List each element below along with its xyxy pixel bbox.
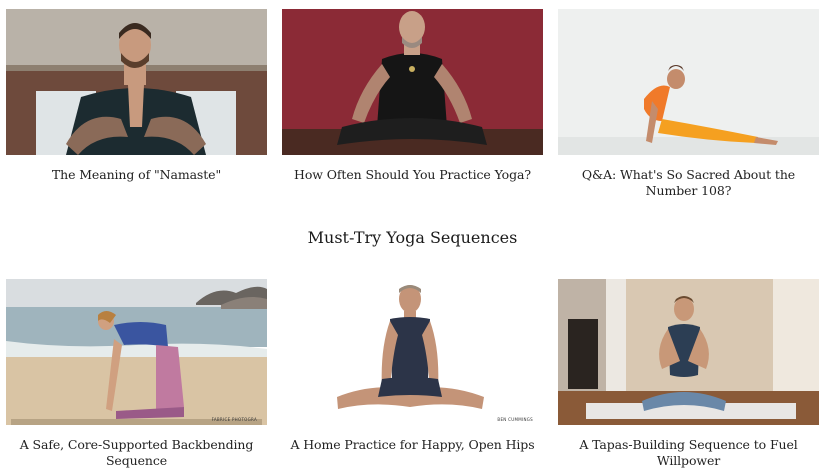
article-image-open-hips[interactable]: BEN CUMMINGS: [282, 279, 543, 425]
article-title[interactable]: The Meaning of "Namaste": [6, 167, 267, 183]
article-title[interactable]: A Safe, Core-Supported Backbending Seque…: [6, 437, 267, 469]
article-card-namaste[interactable]: The Meaning of "Namaste": [6, 9, 267, 183]
article-image-number-108[interactable]: [558, 9, 819, 155]
article-image-backbending[interactable]: FABRICE PHOTOGRA: [6, 279, 267, 425]
article-title[interactable]: A Home Practice for Happy, Open Hips: [282, 437, 543, 453]
photo-credit: FABRICE PHOTOGRA: [211, 417, 257, 422]
photo-credit: BEN CUMMINGS: [497, 417, 533, 422]
article-card-practice-frequency[interactable]: How Often Should You Practice Yoga?: [282, 9, 543, 183]
article-card-number-108[interactable]: Q&A: What's So Sacred About the Number 1…: [558, 9, 819, 199]
article-title[interactable]: Q&A: What's So Sacred About the Number 1…: [558, 167, 819, 199]
article-card-tapas[interactable]: A Tapas-Building Sequence to Fuel Willpo…: [558, 279, 819, 469]
article-image-tapas[interactable]: [558, 279, 819, 425]
article-title[interactable]: How Often Should You Practice Yoga?: [282, 167, 543, 183]
article-image-practice-frequency[interactable]: [282, 9, 543, 155]
article-card-backbending[interactable]: FABRICE PHOTOGRA A Safe, Core-Supported …: [6, 279, 267, 469]
article-title[interactable]: A Tapas-Building Sequence to Fuel Willpo…: [558, 437, 819, 469]
article-card-open-hips[interactable]: BEN CUMMINGS A Home Practice for Happy, …: [282, 279, 543, 453]
section-title: Must-Try Yoga Sequences: [307, 228, 518, 247]
article-image-namaste[interactable]: [6, 9, 267, 155]
